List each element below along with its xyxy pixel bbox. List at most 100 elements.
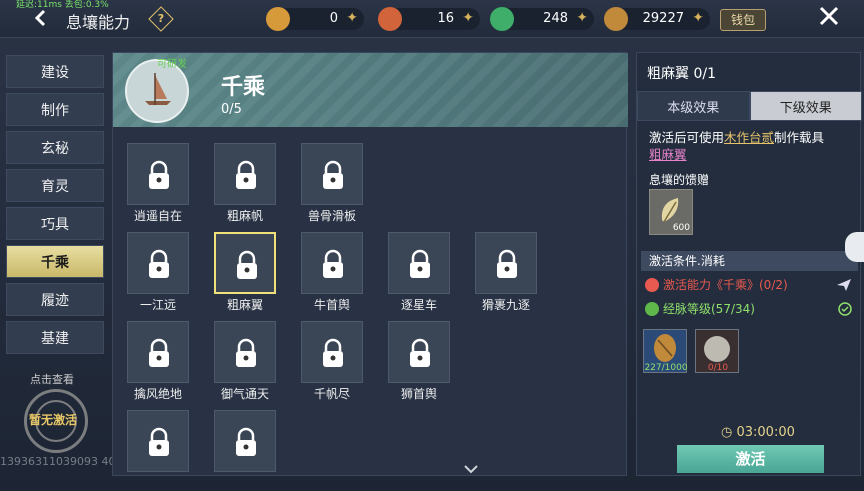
ability-label: 猾裹九逐 <box>481 298 530 312</box>
nav-item-active[interactable]: 千乘 <box>6 245 104 278</box>
page-title: 息壤能力 <box>66 13 131 32</box>
wallet-button[interactable]: 钱包 <box>720 9 766 31</box>
add-red-button[interactable]: ✦ <box>462 10 474 26</box>
lock-icon <box>323 160 343 189</box>
ability-item[interactable]: 逍遥自在 <box>127 143 189 223</box>
nav-item[interactable]: 玄秘 <box>6 131 104 164</box>
lock-icon <box>410 338 430 367</box>
ability-item[interactable]: 一江远 <box>127 232 189 312</box>
resource-value: 16 <box>437 11 454 26</box>
resource-value: 248 <box>543 11 568 26</box>
lock-icon <box>497 249 517 278</box>
effect-description: 激活后可使用木作台贰制作载具 粗麻翼 <box>649 130 825 162</box>
tab-current-effect[interactable]: 本级效果 <box>637 91 750 121</box>
vehicle-link[interactable]: 粗麻翼 <box>649 147 687 162</box>
resource-gold: 0 ✦ <box>266 7 364 31</box>
ability-panel: 可研发 千乘 0/5 逍遥自在 粗麻帆 兽骨滑板一江远 粗麻翼 牛首舆 逐星车 猾裹九逐擒风… <box>112 52 628 477</box>
nav-item[interactable]: 履迹 <box>6 283 104 316</box>
close-button[interactable] <box>814 5 844 33</box>
ability-label: 粗麻帆 <box>226 209 263 223</box>
add-shell-button[interactable]: ✦ <box>692 10 704 26</box>
ability-icon-box <box>388 232 450 294</box>
lock-icon <box>149 338 169 367</box>
material-stone[interactable]: 0/10 <box>695 329 739 373</box>
ability-label: 逍遥自在 <box>133 209 182 223</box>
help-button[interactable]: ? <box>148 6 174 32</box>
material-count: 0/10 <box>707 363 729 373</box>
ability-item[interactable]: 粗麻翼 <box>214 232 276 312</box>
ability-item[interactable]: 牛首舆 <box>301 232 363 312</box>
ability-item[interactable]: 兽骨滑板 <box>301 143 363 223</box>
ability-item[interactable]: 擒风绝地 <box>127 321 189 401</box>
ability-icon-box <box>127 321 189 383</box>
condition-header: 激活条件.消耗 <box>641 251 858 271</box>
category-nav: 建设 制作 玄秘 育灵 巧具 千乘 履迹 基建 <box>6 55 104 359</box>
ability-icon-box <box>301 321 363 383</box>
resource-red: 16 ✦ <box>378 7 480 31</box>
ability-label: 粗麻翼 <box>226 298 263 312</box>
ability-item[interactable] <box>127 410 189 488</box>
game-screen: 延迟:11ms 丢包:0.3% 息壤能力 ? 0 ✦ 16 ✦ 248 ✦ 29… <box>0 0 864 491</box>
resource-value: 29227 <box>642 11 684 26</box>
condition-ability: 激活能力《千乘》(0/2) <box>643 275 858 295</box>
ability-item[interactable]: 猾裹九逐 <box>475 232 537 312</box>
ability-item[interactable]: 御气通天 <box>214 321 276 401</box>
shell-icon <box>604 7 628 31</box>
back-arrow-icon <box>34 9 46 27</box>
material-shell[interactable]: 227/1000 <box>643 329 688 373</box>
gift-count: 600 <box>672 223 690 233</box>
category-banner: 可研发 千乘 0/5 <box>113 53 628 127</box>
add-jade-button[interactable]: ✦ <box>576 10 588 26</box>
add-gold-button[interactable]: ✦ <box>346 10 358 26</box>
view-hint: 点击查看 <box>30 373 74 386</box>
ability-label: 擒风绝地 <box>133 387 182 401</box>
clock-icon: ◷ <box>721 425 737 440</box>
gift-item[interactable]: 600 <box>649 189 693 235</box>
detail-title: 粗麻翼 0/1 <box>647 66 716 82</box>
goto-icon <box>837 279 851 291</box>
tab-next-effect[interactable]: 下级效果 <box>749 91 862 121</box>
help-icon: ? <box>157 11 165 25</box>
side-menu-toggle[interactable] <box>845 232 864 262</box>
lock-icon <box>149 160 169 189</box>
nav-item[interactable]: 制作 <box>6 93 104 126</box>
lock-icon <box>236 338 256 367</box>
activate-button[interactable]: 激活 <box>677 445 824 473</box>
ability-item[interactable]: 狮首舆 <box>388 321 450 401</box>
workbench-link[interactable]: 木作台贰 <box>724 130 774 145</box>
ability-icon-box <box>214 143 276 205</box>
back-button[interactable] <box>27 7 53 29</box>
duration-timer: ◷ 03:00:00 <box>721 425 795 440</box>
ability-item[interactable]: 逐星车 <box>388 232 450 312</box>
ability-label: 狮首舆 <box>400 387 437 401</box>
top-bar: 延迟:11ms 丢包:0.3% 息壤能力 ? 0 ✦ 16 ✦ 248 ✦ 29… <box>0 0 864 38</box>
ability-icon-box <box>388 321 450 383</box>
condition-level: 经脉等级(57/34) <box>643 299 858 319</box>
gift-title: 息壤的馈赠 <box>649 173 710 187</box>
effect-tabs: 本级效果 下级效果 <box>637 91 862 121</box>
material-count: 227/1000 <box>644 363 688 373</box>
nav-item[interactable]: 建设 <box>6 55 104 88</box>
ability-item[interactable]: 粗麻帆 <box>214 143 276 223</box>
ability-item[interactable] <box>214 410 276 488</box>
jade-icon <box>490 7 514 31</box>
research-tag: 可研发 <box>157 59 187 70</box>
nav-item[interactable]: 巧具 <box>6 207 104 240</box>
ability-label: 千帆尽 <box>313 387 350 401</box>
scroll-down-icon[interactable] <box>463 463 479 477</box>
nav-item[interactable]: 育灵 <box>6 169 104 202</box>
resource-value: 0 <box>329 11 338 26</box>
lock-icon <box>236 160 256 189</box>
resource-shell: 29227 ✦ <box>604 7 710 31</box>
gold-coin-icon <box>266 7 290 31</box>
ability-icon-box <box>127 410 189 472</box>
nav-item[interactable]: 基建 <box>6 321 104 354</box>
ability-icon-box <box>214 232 276 294</box>
detail-panel: 粗麻翼 0/1 本级效果 下级效果 激活后可使用木作台贰制作载具 粗麻翼 息壤的馈… <box>636 52 862 476</box>
category-progress: 0/5 <box>221 102 242 117</box>
ability-item[interactable]: 千帆尽 <box>301 321 363 401</box>
ability-icon-box <box>214 410 276 472</box>
ability-label: 牛首舆 <box>313 298 350 312</box>
lock-icon <box>149 249 169 278</box>
ability-label: 兽骨滑板 <box>307 209 356 223</box>
